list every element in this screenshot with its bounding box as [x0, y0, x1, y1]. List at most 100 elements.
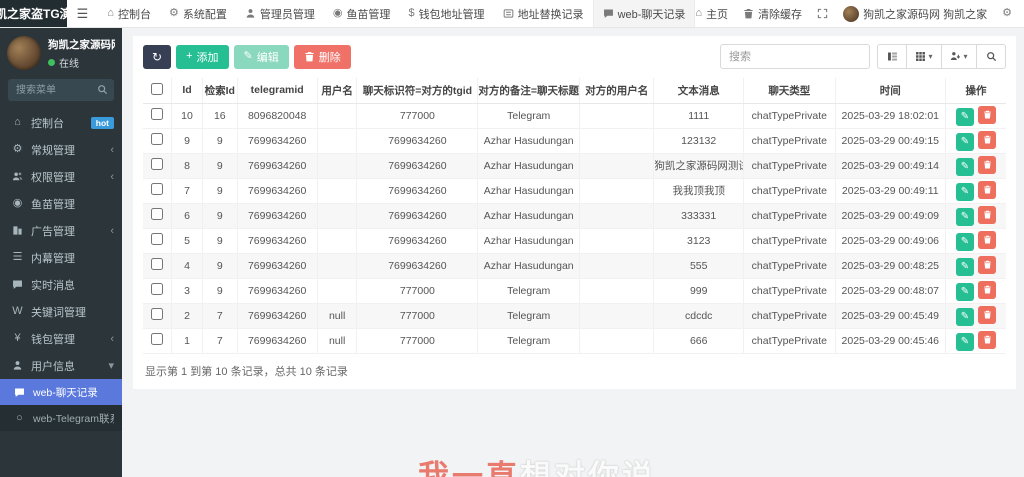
sidebar-item-permission-manage[interactable]: 权限管理‹ — [0, 163, 122, 190]
delete-button[interactable]: 删除 — [294, 45, 351, 69]
export-button[interactable]: ▾ — [941, 44, 977, 69]
hot-badge: hot — [91, 117, 114, 129]
row-checkbox[interactable] — [151, 133, 163, 145]
row-edit-button[interactable]: ✎ — [956, 158, 974, 176]
row-delete-button[interactable] — [978, 256, 996, 274]
home-link[interactable]: ⌂ 主页 — [695, 6, 728, 22]
sidebar-item-realtime-message[interactable]: 实时消息 — [0, 271, 122, 298]
row-edit-button[interactable]: ✎ — [956, 208, 974, 226]
row-checkbox[interactable] — [151, 158, 163, 170]
add-button[interactable]: +添加 — [176, 45, 228, 69]
sidebar-item-general-manage[interactable]: ⚙常规管理‹ — [0, 136, 122, 163]
sidebar-item-ad-manage[interactable]: 广告管理‹ — [0, 217, 122, 244]
columns-button[interactable]: ▾ — [906, 44, 942, 69]
table-cell: 我我顶我顶 — [654, 178, 744, 203]
table-row[interactable]: 10168096820048777000Telegram1111chatType… — [143, 103, 1006, 128]
row-delete-button[interactable] — [978, 181, 996, 199]
table-search-input[interactable] — [720, 44, 870, 69]
avatar[interactable] — [7, 36, 41, 70]
table-row[interactable]: 177699634260null777000Telegram666chatTyp… — [143, 328, 1006, 353]
sidebar-item-insider-manage[interactable]: ☰内幕管理 — [0, 244, 122, 271]
row-delete-button[interactable] — [978, 306, 996, 324]
table-row[interactable]: 9976996342607699634260Azhar Hasudungan12… — [143, 128, 1006, 153]
table-row[interactable]: 4976996342607699634260Azhar Hasudungan55… — [143, 253, 1006, 278]
top-nav-wallet-address-manage[interactable]: $钱包地址管理 — [399, 0, 493, 27]
table-cell — [580, 178, 654, 203]
table-row[interactable]: 5976996342607699634260Azhar Hasudungan31… — [143, 228, 1006, 253]
row-checkbox[interactable] — [151, 258, 163, 270]
row-checkbox[interactable] — [151, 233, 163, 245]
row-checkbox[interactable] — [151, 108, 163, 120]
table-row[interactable]: 8976996342607699634260Azhar Hasudungan狗凯… — [143, 153, 1006, 178]
row-checkbox[interactable] — [151, 183, 163, 195]
settings-button[interactable]: ⚙ — [1002, 8, 1012, 19]
row-delete-button[interactable] — [978, 131, 996, 149]
table-cell: 777000 — [357, 278, 478, 303]
row-delete-button[interactable] — [978, 281, 996, 299]
sidebar-item-keyword-manage[interactable]: W关键词管理 — [0, 298, 122, 325]
row-edit-button[interactable]: ✎ — [956, 283, 974, 301]
table-cell: chatTypePrivate — [744, 253, 835, 278]
sidebar-item-web-telegram-contacts[interactable]: ○web-Telegram联系人 — [0, 405, 122, 431]
search-button[interactable] — [976, 44, 1006, 69]
refresh-button[interactable]: ↻ — [143, 45, 171, 69]
fullscreen-button[interactable] — [817, 8, 828, 19]
row-edit-button[interactable]: ✎ — [956, 183, 974, 201]
table-cell: Azhar Hasudungan — [478, 153, 580, 178]
table-cell: 999 — [654, 278, 744, 303]
w-icon: W — [11, 306, 24, 317]
edit-button[interactable]: ✎编辑 — [234, 45, 289, 69]
sidebar-item-wallet-manage[interactable]: ¥钱包管理‹ — [0, 325, 122, 352]
row-checkbox[interactable] — [151, 333, 163, 345]
sidebar-item-user-info[interactable]: 用户信息▾ — [0, 352, 122, 379]
top-nav-fish-manage[interactable]: ◉鱼苗管理 — [324, 0, 400, 27]
row-edit-button[interactable]: ✎ — [956, 133, 974, 151]
row-edit-button[interactable]: ✎ — [956, 233, 974, 251]
table-row[interactable]: 397699634260777000Telegram999chatTypePri… — [143, 278, 1006, 303]
clear-cache-button[interactable]: 清除缓存 — [743, 6, 802, 22]
row-edit-button[interactable]: ✎ — [956, 308, 974, 326]
topbar-right: ⌂ 主页 清除缓存 狗凯之家源码网 狗凯之家 ⚙ — [695, 0, 1024, 27]
row-checkbox[interactable] — [151, 208, 163, 220]
top-nav-console[interactable]: ⌂控制台 — [98, 0, 160, 27]
column-header: 时间 — [835, 78, 945, 103]
table-row[interactable]: 6976996342607699634260Azhar Hasudungan33… — [143, 203, 1006, 228]
chevron-left-icon: ‹ — [110, 144, 114, 156]
table-row[interactable]: 7976996342607699634260Azhar Hasudungan我我… — [143, 178, 1006, 203]
top-nav-web-chat-log[interactable]: web-聊天记录 — [593, 0, 696, 27]
user-menu[interactable]: 狗凯之家源码网 狗凯之家 — [843, 6, 987, 22]
top-nav-admin-manage[interactable]: 管理员管理 — [236, 0, 324, 27]
table-row[interactable]: 277699634260null777000TelegramcdcdcchatT… — [143, 303, 1006, 328]
table-cell: 333331 — [654, 203, 744, 228]
column-header: 对方的备注=聊天标题 — [478, 78, 580, 103]
home-link-label: 主页 — [706, 6, 728, 22]
yen-icon: ¥ — [11, 333, 24, 344]
row-edit-button[interactable]: ✎ — [956, 333, 974, 351]
row-delete-button[interactable] — [978, 231, 996, 249]
top-nav-address-replace-log[interactable]: 地址替换记录 — [494, 0, 593, 27]
row-delete-button[interactable] — [978, 331, 996, 349]
table-cell: 3 — [171, 278, 202, 303]
sidebar-item-fish-manage[interactable]: ◉鱼苗管理 — [0, 190, 122, 217]
table-cell: 7699634260 — [237, 203, 317, 228]
top-nav-system-config[interactable]: ⚙系统配置 — [160, 0, 236, 27]
pencil-icon: ✎ — [244, 51, 253, 62]
row-delete-button[interactable] — [978, 106, 996, 124]
row-edit-button[interactable]: ✎ — [956, 108, 974, 126]
row-checkbox[interactable] — [151, 308, 163, 320]
row-delete-button[interactable] — [978, 156, 996, 174]
table-cell: 7699634260 — [357, 253, 478, 278]
sidebar-toggle-button[interactable]: ☰ — [67, 0, 99, 27]
table-cell: 16 — [203, 103, 238, 128]
row-delete-button[interactable] — [978, 206, 996, 224]
row-edit-button[interactable]: ✎ — [956, 258, 974, 276]
sidebar-item-console[interactable]: ⌂控制台hot — [0, 109, 122, 136]
row-checkbox[interactable] — [151, 283, 163, 295]
sidebar-item-web-chat-log[interactable]: web-聊天记录 — [0, 379, 122, 405]
table-cell — [317, 153, 357, 178]
sidebar-item-label: 广告管理 — [31, 223, 103, 239]
select-all-checkbox[interactable] — [151, 83, 163, 95]
table-cell: 1 — [171, 328, 202, 353]
toggle-view-button[interactable] — [877, 44, 907, 69]
app-logo[interactable]: 狗凯之家盗TG演示 — [0, 0, 67, 27]
